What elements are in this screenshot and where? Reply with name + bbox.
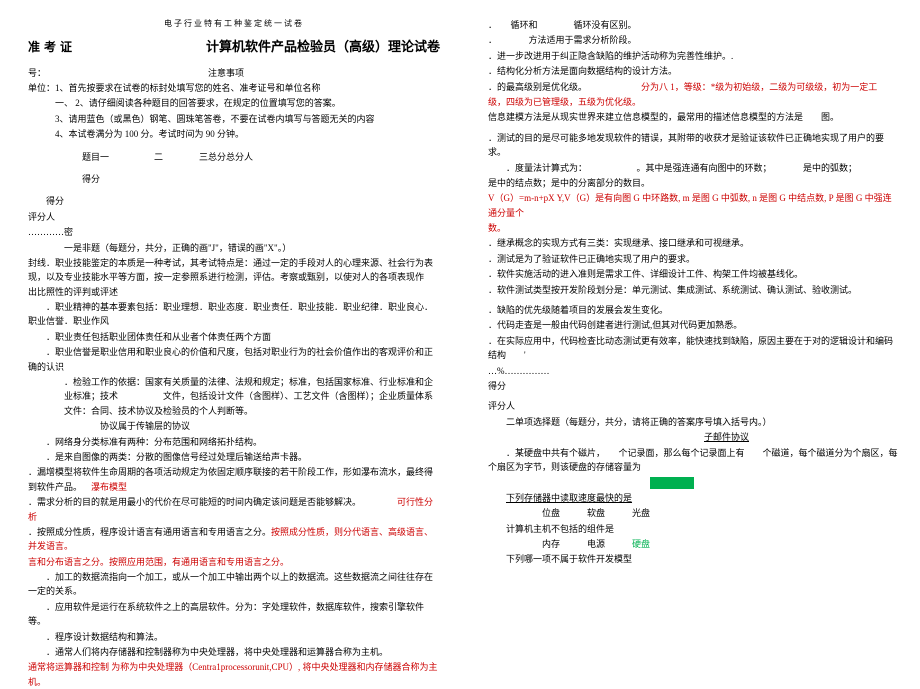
r9: 是中的结点数；是中的分离部分的数目。 [488,176,900,190]
q1b: 封线．职业技能鉴定的本质是一种考试，其考试特点是：通过一定的手段对人的心理来源、… [28,256,440,299]
r12: ．软件实施活动的进入准则是需求工件、详细设计工件、构架工件均被基线化。 [488,267,900,281]
seal-line: …………密 [28,225,440,239]
scorer-r: 评分人 [488,399,900,413]
q1d: ．职业责任包括职业团体责任和从业者个体责任两个方面 [28,330,440,344]
score-2: 得分 [28,194,440,208]
instr-2: 3、请用蓝色（或黑色）钢笔、圆珠笔答卷，不要在试卷内填写与答题无关的内容 [28,112,440,126]
r4: ．结构化分析方法是面向数据结构的设计方法。 [488,64,900,78]
r8: ．度量法计算式为： 。其中是强连通有向图中的环数； 是中的弧数； [488,161,900,175]
instr-3: 4、本试卷满分为 100 分。考试时间为 90 分钟。 [28,127,440,141]
q1n: ．应用软件是运行在系统软件之上的高层软件。分为：字处理软件，数据库软件，搜索引擎… [28,600,440,629]
r15: ．代码走查是一般由代码创建者进行测试,但其对代码更加熟悉。 [488,318,900,332]
admit-card-label: 准考证 [28,38,76,57]
q2-4: 计算机主机不包括的组件是 [488,522,900,536]
q1o: ．程序设计数据结构和算法。 [28,630,440,644]
q1p: ．通常人们将内存储器和控制器称为中央处理器，将中央处理器和运算器合称为主机。 [28,645,440,659]
score-r: 得分 [488,379,900,393]
notice-label: 注意事项 [208,68,244,78]
q1j-ans: 瀑布模型 [91,482,127,492]
q2-head: 二单项选择题（每题分，共分，请将正确的答案序号填入括号内。） [488,415,900,429]
r11: ．测试是为了验证软件已正确地实现了用户的要求。 [488,252,900,266]
q2-5: 下列哪一项不属于软件开发模型 [488,552,900,566]
q2-3-opts: 位盘 软盘 光盘 [488,506,900,520]
r16: ．在实际应用中，代码检查比动态测试更有效率，能快速找到缺陷，原因主要在于对的逻辑… [488,334,900,363]
q1j: ．漏增模型将软件生命周期的各项活动规定为依固定顺序联接的若干阶段工作，形如瀑布流… [28,467,433,491]
q1c: ．职业精神的基本要素包括：职业理想．职业态度．职业责任．职业技能．职业纪律．职业… [28,300,440,329]
q2-4-opts: 内存 电源 [542,539,605,549]
r1: ． 循环和 循环没有区别。 [488,18,900,32]
r10: ．继承概念的实现方式有三类：实现继承、接口继承和可视继承。 [488,236,900,250]
r14: ．缺陷的优先级随着项目的发展会发生变化。 [488,303,900,317]
r9-ans: V（G）=m-n+pX Y,V（G）是有向图 G 中环路数, m 是图 G 中弧… [488,191,900,220]
r13: ．软件测试类型按开发阶段划分是：单元测试、集成测试、系统测试、确认测试、验收测试… [488,283,900,297]
q2-2: ．某硬盘中共有个磁片， 个记录面，那么每个记录面上有 个磁道，每个磁道分为个扇区… [488,446,900,475]
sep: …%…………… [488,364,900,378]
hao: 号： [28,68,46,78]
q1p-ans: 通常将运算器和控制 为称为中央处理器（Centra1processorunit,… [28,660,440,689]
r3: ．进一步改进用于纠正隐含缺陷的维护活动称为完善性维护。. [488,49,900,63]
q1f: ．检验工作的依据：国家有关质量的法律、法规和规定；标准，包括国家标准、行业标准和… [28,375,440,418]
unit-line: 单位：1、首先按要求在试卷的标封处填写您的姓名、准考证号和单位名称 [28,81,440,95]
r5-ans2: 级，四级为已管理级，五级为优化级。 [488,95,900,109]
q1l-ans2: 言和分布语言之分。按照应用范围，有通用语言和专用语言之分。 [28,555,440,569]
r7: ．测试的目的是尽可能多地发现软件的错误，其附带的收获才是验证该软件已正确地实现了… [488,131,900,160]
scorer: 评分人 [28,210,440,224]
q1h: ．网络身分类标准有两种：分布范围和网络拓扑结构。 [28,435,440,449]
q1l: ．按照成分性质，程序设计语言有通用语言和专用语言之分。 [28,527,271,537]
q2-1a: 子邮件协议 [704,432,749,442]
score-row: 得分 [28,172,440,186]
q2-4-ans: 硬盘 [632,539,650,549]
instr-1: 一、 2、请仔细阅读各种题目的回答要求，在规定的位置填写您的答案。 [28,96,440,110]
q1m: ．加工的数据流指向一个加工，或从一个加工中输出两个以上的数据流。这些数据流之间往… [28,570,440,599]
r5-ans: 分为八 1，等级：*级为初始级，二级为可级级，初为一定工 [641,82,877,92]
q1g: 协议属于传输层的协议 [28,419,440,433]
q2-3: 下列存储器中读取速度最快的是 [506,493,632,503]
r6: 信息建模方法是从现实世界来建立信息模型的，最常用的描述信息模型的方法是 图。 [488,110,900,124]
q1k: ．需求分析的目的就是用最小的代价在尽可能短的时间内确定该问题是否能够解决。 [28,497,361,507]
green-box-icon [650,477,694,489]
main-title: 计算机软件产品检验员（高级）理论试卷 [206,37,440,58]
table-head: 题目一 二 三总分总分人 [28,150,440,164]
q1e: ．职业信誉是职业信用和职业良心的价值和尺度，包括对职业行为的社会价值作出的客观评… [28,345,440,374]
q1-head: 一是非题（每题分，共分，正确的画"J"，错误的画"X"。） [28,241,440,255]
q1i: ．是来自图像的两类：分散的图像信号经过处理后输送给声卡器。 [28,450,440,464]
r5: ．的最高级别是优化级。 [488,82,587,92]
r2: ． 方法适用于需求分析阶段。 [488,33,900,47]
r9-ans2: 数。 [488,221,900,235]
doc-header: 电子行业特有工种鉴定统一试卷 [28,18,440,31]
